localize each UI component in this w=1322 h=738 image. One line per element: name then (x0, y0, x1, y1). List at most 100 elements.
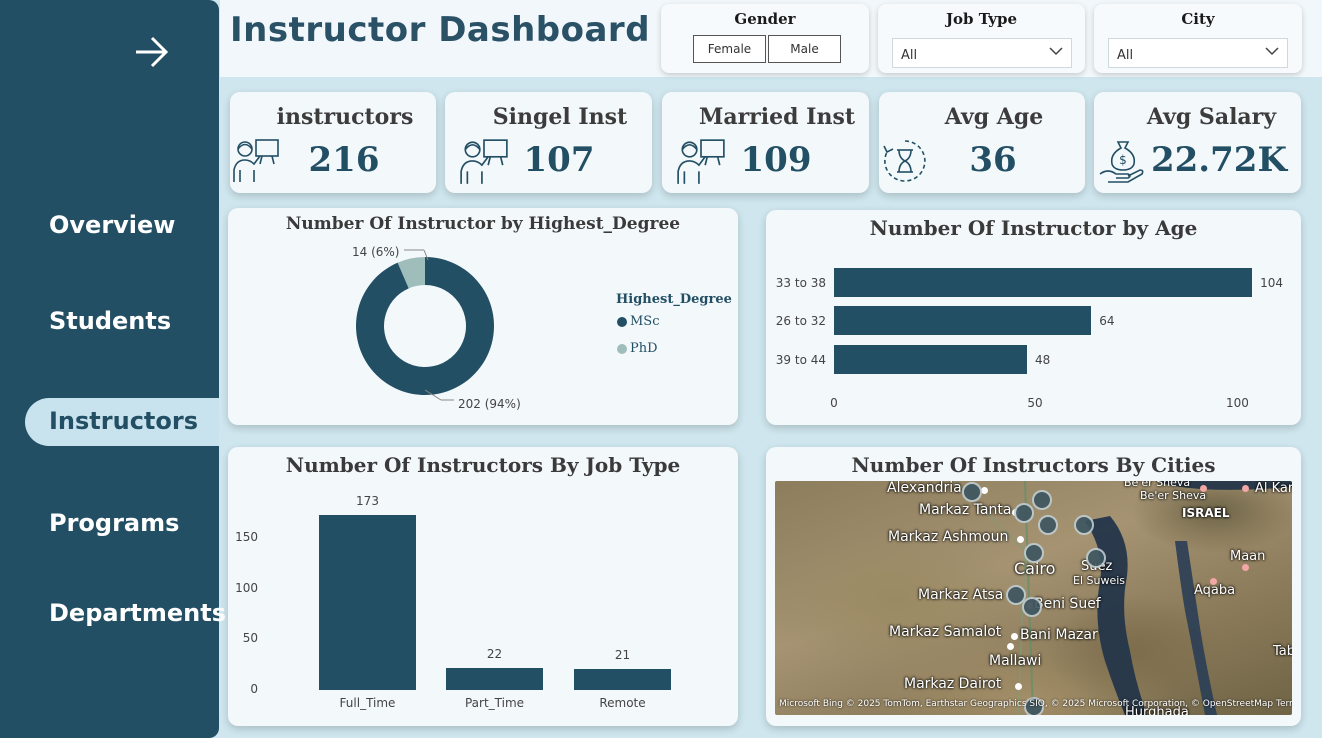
map-label: Markaz Tanta (919, 502, 1012, 518)
cities-map[interactable]: Alexandria Markaz Tanta Markaz Ashmoun C… (775, 481, 1292, 715)
map-label: El Suweis (1073, 574, 1126, 587)
map-bubble[interactable] (1022, 597, 1042, 617)
teacher-board-icon (677, 139, 725, 184)
legend-label-phd[interactable]: PhD (630, 341, 658, 356)
nav-item-students[interactable]: Students (49, 307, 171, 335)
job-type-dropdown-value: All (901, 48, 918, 63)
donut-data-label-phd: 14 (6%) (352, 245, 400, 259)
city-dot (1200, 485, 1207, 492)
city-dot (1007, 643, 1014, 650)
map-label: ISRAEL (1182, 506, 1230, 520)
degree-donut-panel: Number Of Instructor by Highest_Degree 1… (228, 208, 738, 425)
kpi-card-avg-salary: Avg Salary 22.72K $ (1094, 92, 1301, 193)
chart-title: Number Of Instructors By Cities (851, 453, 1216, 477)
nav-item-programs[interactable]: Programs (49, 509, 179, 537)
job-type-category-label: Part_Time (464, 696, 525, 710)
map-label: Maan (1230, 549, 1266, 564)
chevron-down-icon (1265, 47, 1279, 56)
age-category-label: 39 to 44 (775, 353, 826, 367)
city-dropdown[interactable]: All (1108, 38, 1288, 68)
city-dot (1242, 564, 1249, 571)
legend-swatch-msc (617, 317, 627, 327)
job-type-panel: Number Of Instructors By Job Type 173 Ful… (228, 447, 738, 726)
job-type-slicer-label: Job Type (945, 10, 1018, 28)
donut-data-label-msc: 202 (94%) (458, 397, 521, 411)
map-label: Be'er Sheva (1124, 481, 1191, 489)
job-type-bar[interactable] (574, 668, 671, 690)
map-label: Al Kara (1255, 481, 1292, 496)
gender-option-male[interactable]: Male (768, 35, 841, 63)
city-dot (1210, 578, 1217, 585)
legend-swatch-phd (617, 344, 627, 354)
city-dot (1011, 633, 1018, 640)
city-slicer-label: City (1181, 10, 1215, 28)
job-type-y-tick: 100 (235, 580, 258, 595)
kpi-value: 109 (740, 140, 812, 180)
kpi-label: Avg Salary (1146, 104, 1277, 130)
kpi-card-instructors: instructors 216 (230, 92, 436, 193)
job-type-bar[interactable] (319, 514, 416, 690)
nav-item-overview[interactable]: Overview (49, 211, 175, 239)
nav-item-departments[interactable]: Departments (49, 599, 226, 627)
kpi-label: Avg Age (944, 104, 1044, 130)
kpi-card-married: Married Inst 109 (662, 92, 869, 193)
kpi-label: Singel Inst (492, 104, 628, 130)
map-label: Markaz Samalot (889, 624, 1002, 640)
job-type-y-tick: 150 (235, 530, 258, 544)
page-title: Instructor Dashboard (230, 10, 651, 50)
age-bar-chart: 33 to 38 104 26 to 32 64 39 to 44 48 0 50 100 (766, 210, 1301, 425)
job-type-slicer: Job Type All (878, 4, 1085, 73)
gender-option-female[interactable]: Female (693, 35, 766, 63)
kpi-label: instructors (276, 104, 414, 130)
teacher-board-icon (233, 139, 279, 182)
age-category-label: 33 to 38 (775, 276, 826, 290)
age-data-label: 48 (1034, 353, 1051, 367)
job-type-bar[interactable] (446, 667, 543, 690)
map-label: Aqaba (1194, 583, 1236, 598)
map-bubble[interactable] (962, 482, 982, 502)
map-label: Bani Mazar (1020, 627, 1098, 643)
age-x-tick: 0 (830, 396, 838, 410)
age-x-tick: 100 (1226, 396, 1249, 410)
map-bubble[interactable] (1074, 515, 1094, 535)
arrow-right-icon[interactable] (132, 34, 172, 70)
map-bubble[interactable] (1014, 503, 1034, 523)
hourglass-icon (883, 140, 926, 182)
job-type-bar-chart: 173 Full_Time 22 Part_Time 21 Remote 0 50 100 150 (228, 447, 738, 726)
gender-slicer-label: Gender (734, 10, 796, 28)
kpi-value: 22.72K (1150, 140, 1288, 180)
kpi-value: 36 (969, 140, 1017, 180)
map-attribution[interactable]: Microsoft Bing © 2025 TomTom, Earthstar … (779, 699, 1292, 709)
map-label: Beni Suef (1034, 596, 1101, 612)
legend-label-msc[interactable]: MSc (630, 314, 660, 329)
nav-item-instructors[interactable]: Instructors (49, 407, 198, 435)
job-type-y-tick: 0 (250, 682, 258, 696)
job-type-data-label: 22 (486, 646, 503, 661)
job-type-category-label: Remote (599, 696, 646, 710)
teacher-board-icon (460, 139, 508, 184)
city-slicer: City All (1094, 4, 1302, 73)
age-bar[interactable] (834, 345, 1027, 374)
svg-text:$: $ (1119, 153, 1127, 167)
age-bar[interactable] (834, 306, 1092, 335)
city-dot (1015, 683, 1022, 690)
degree-donut-chart (356, 249, 494, 401)
age-x-tick: 50 (1027, 396, 1043, 410)
job-type-dropdown[interactable]: All (892, 38, 1072, 68)
map-bubble[interactable] (1038, 515, 1058, 535)
map-bubble[interactable] (1024, 543, 1044, 563)
kpi-value: 107 (523, 140, 595, 180)
sidebar: Overview Students Instructors Programs D… (0, 0, 226, 738)
job-type-y-tick: 50 (242, 631, 258, 646)
gender-slicer: Gender Female Male (661, 4, 869, 73)
city-dot (981, 487, 988, 494)
kpi-card-single: Singel Inst 107 (445, 92, 652, 193)
kpi-value: 216 (308, 140, 380, 180)
age-bar[interactable] (834, 268, 1253, 297)
map-label: Markaz Dairot (904, 676, 1002, 692)
map-bubble[interactable] (1032, 490, 1052, 510)
map-bubble[interactable] (1086, 548, 1106, 568)
job-type-data-label: 21 (614, 647, 631, 662)
age-data-label: 104 (1260, 276, 1283, 290)
map-label: Markaz Atsa (918, 587, 1004, 603)
